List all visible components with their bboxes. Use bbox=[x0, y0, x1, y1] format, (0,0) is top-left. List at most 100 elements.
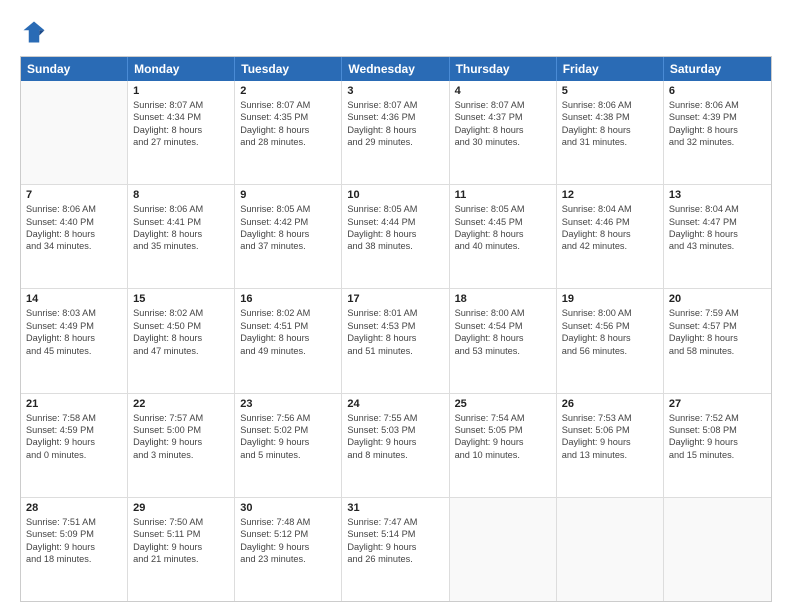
cell-info-line: Sunset: 4:53 PM bbox=[347, 320, 443, 332]
cell-info-line: Daylight: 9 hours bbox=[562, 436, 658, 448]
weekday-header: Saturday bbox=[664, 57, 771, 81]
cell-info-line: Sunset: 4:38 PM bbox=[562, 111, 658, 123]
cell-info-line: Daylight: 8 hours bbox=[455, 228, 551, 240]
page: SundayMondayTuesdayWednesdayThursdayFrid… bbox=[0, 0, 792, 612]
calendar-cell: 20Sunrise: 7:59 AMSunset: 4:57 PMDayligh… bbox=[664, 289, 771, 392]
cell-info-line: and 13 minutes. bbox=[562, 449, 658, 461]
cell-info-line: Daylight: 8 hours bbox=[26, 332, 122, 344]
calendar-cell: 17Sunrise: 8:01 AMSunset: 4:53 PMDayligh… bbox=[342, 289, 449, 392]
cell-info-line: Daylight: 9 hours bbox=[347, 541, 443, 553]
cell-info-line: Sunset: 4:44 PM bbox=[347, 216, 443, 228]
day-number: 17 bbox=[347, 293, 443, 305]
calendar-cell: 29Sunrise: 7:50 AMSunset: 5:11 PMDayligh… bbox=[128, 498, 235, 601]
day-number: 18 bbox=[455, 293, 551, 305]
cell-info-line: Sunset: 4:45 PM bbox=[455, 216, 551, 228]
cell-info-line: Sunset: 4:54 PM bbox=[455, 320, 551, 332]
calendar-cell: 19 Sunrise: 8:00 AMSunset: 4:56 PMDayligh… bbox=[557, 289, 664, 392]
cell-info-line: Daylight: 9 hours bbox=[240, 541, 336, 553]
cell-info-line: and 23 minutes. bbox=[240, 553, 336, 565]
day-number: 5 bbox=[562, 85, 658, 97]
cell-info-line: and 10 minutes. bbox=[455, 449, 551, 461]
weekday-header: Tuesday bbox=[235, 57, 342, 81]
cell-info-line: Daylight: 8 hours bbox=[26, 228, 122, 240]
cell-info-line: Sunrise: 8:00 AM bbox=[562, 307, 658, 319]
cell-info-line: Sunset: 4:36 PM bbox=[347, 111, 443, 123]
cell-info-line: Daylight: 8 hours bbox=[240, 124, 336, 136]
cell-info-line: Sunrise: 7:50 AM bbox=[133, 516, 229, 528]
calendar-cell: 15Sunrise: 8:02 AMSunset: 4:50 PMDayligh… bbox=[128, 289, 235, 392]
cell-info-line: Sunset: 4:56 PM bbox=[562, 320, 658, 332]
cell-info-line: Sunrise: 8:05 AM bbox=[347, 203, 443, 215]
calendar-row: 1 Sunrise: 8:07 AM Sunset: 4:34 PM Daylight… bbox=[21, 81, 771, 184]
cell-info-line: Sunset: 4:50 PM bbox=[133, 320, 229, 332]
cell-info-line: Sunset: 5:06 PM bbox=[562, 424, 658, 436]
cell-info-line: Sunrise: 8:05 AM bbox=[240, 203, 336, 215]
day-number: 9 bbox=[240, 189, 336, 201]
calendar-cell: 10Sunrise: 8:05 AMSunset: 4:44 PMDayligh… bbox=[342, 185, 449, 288]
cell-info-line: Sunrise: 8:07 AM bbox=[240, 99, 336, 111]
cell-info-line: Daylight: 8 hours bbox=[562, 124, 658, 136]
cell-info-line: Daylight: 8 hours bbox=[562, 332, 658, 344]
calendar-cell: 7Sunrise: 8:06 AMSunset: 4:40 PMDaylight… bbox=[21, 185, 128, 288]
cell-info-line: Daylight: 9 hours bbox=[347, 436, 443, 448]
cell-info-line: Sunrise: 7:56 AM bbox=[240, 412, 336, 424]
cell-info-line: Sunrise: 8:05 AM bbox=[455, 203, 551, 215]
cell-info-line: and 29 minutes. bbox=[347, 136, 443, 148]
cell-info-line: Sunrise: 8:06 AM bbox=[562, 99, 658, 111]
calendar-cell: 31Sunrise: 7:47 AMSunset: 5:14 PMDayligh… bbox=[342, 498, 449, 601]
day-number: 11 bbox=[455, 189, 551, 201]
cell-info-line: Sunrise: 8:02 AM bbox=[240, 307, 336, 319]
calendar: SundayMondayTuesdayWednesdayThursdayFrid… bbox=[20, 56, 772, 602]
weekday-header: Monday bbox=[128, 57, 235, 81]
cell-info-line: Sunset: 4:37 PM bbox=[455, 111, 551, 123]
cell-info-line: Sunrise: 8:00 AM bbox=[455, 307, 551, 319]
cell-info-line: Sunrise: 8:06 AM bbox=[133, 203, 229, 215]
calendar-row: 14Sunrise: 8:03 AMSunset: 4:49 PMDayligh… bbox=[21, 288, 771, 392]
cell-info-line: Sunset: 4:47 PM bbox=[669, 216, 766, 228]
cell-info-line: Daylight: 8 hours bbox=[133, 332, 229, 344]
day-number: 1 bbox=[133, 85, 229, 97]
cell-info-line: Daylight: 9 hours bbox=[240, 436, 336, 448]
cell-info-line: Sunset: 4:49 PM bbox=[26, 320, 122, 332]
calendar-row: 7Sunrise: 8:06 AMSunset: 4:40 PMDaylight… bbox=[21, 184, 771, 288]
cell-info-line: Daylight: 8 hours bbox=[669, 228, 766, 240]
calendar-cell: 8Sunrise: 8:06 AMSunset: 4:41 PMDaylight… bbox=[128, 185, 235, 288]
calendar-body: 1 Sunrise: 8:07 AM Sunset: 4:34 PM Daylight… bbox=[21, 81, 771, 601]
cell-info-line: Sunset: 5:08 PM bbox=[669, 424, 766, 436]
cell-info-line: Sunrise: 8:01 AM bbox=[347, 307, 443, 319]
cell-info-line: and 58 minutes. bbox=[669, 345, 766, 357]
cell-info-line: Daylight: 9 hours bbox=[133, 436, 229, 448]
weekday-header: Wednesday bbox=[342, 57, 449, 81]
cell-info-line: Daylight: 8 hours bbox=[562, 228, 658, 240]
cell-info-line: Sunrise: 7:47 AM bbox=[347, 516, 443, 528]
day-number: 19 bbox=[562, 293, 658, 305]
weekday-header: Friday bbox=[557, 57, 664, 81]
day-number: 4 bbox=[455, 85, 551, 97]
cell-info-line: Daylight: 8 hours bbox=[133, 228, 229, 240]
calendar-cell: 3Sunrise: 8:07 AMSunset: 4:36 PMDaylight… bbox=[342, 81, 449, 184]
cell-info-line: and 18 minutes. bbox=[26, 553, 122, 565]
cell-info-line: Sunrise: 8:06 AM bbox=[669, 99, 766, 111]
cell-info-line: and 15 minutes. bbox=[669, 449, 766, 461]
cell-info-line: and 32 minutes. bbox=[669, 136, 766, 148]
cell-info-line: Sunrise: 8:03 AM bbox=[26, 307, 122, 319]
cell-info-line: Sunrise: 8:04 AM bbox=[562, 203, 658, 215]
cell-info-line: Sunset: 4:39 PM bbox=[669, 111, 766, 123]
cell-info-line: Sunset: 4:34 PM bbox=[133, 111, 229, 123]
cell-info-line: Sunset: 4:35 PM bbox=[240, 111, 336, 123]
cell-info-line: Sunrise: 7:58 AM bbox=[26, 412, 122, 424]
day-number: 20 bbox=[669, 293, 766, 305]
cell-info-line: Sunset: 5:11 PM bbox=[133, 528, 229, 540]
cell-info-line: Sunrise: 7:48 AM bbox=[240, 516, 336, 528]
day-number: 14 bbox=[26, 293, 122, 305]
cell-info-line: and 49 minutes. bbox=[240, 345, 336, 357]
cell-info-line: and 31 minutes. bbox=[562, 136, 658, 148]
day-number: 6 bbox=[669, 85, 766, 97]
calendar-cell: 22Sunrise: 7:57 AMSunset: 5:00 PMDayligh… bbox=[128, 394, 235, 497]
cell-info-line: and 8 minutes. bbox=[347, 449, 443, 461]
logo bbox=[20, 18, 52, 46]
calendar-cell: 13Sunrise: 8:04 AMSunset: 4:47 PMDayligh… bbox=[664, 185, 771, 288]
cell-info-line: Sunrise: 7:54 AM bbox=[455, 412, 551, 424]
calendar-cell: 2Sunrise: 8:07 AMSunset: 4:35 PMDaylight… bbox=[235, 81, 342, 184]
cell-info-line: Daylight: 8 hours bbox=[240, 332, 336, 344]
